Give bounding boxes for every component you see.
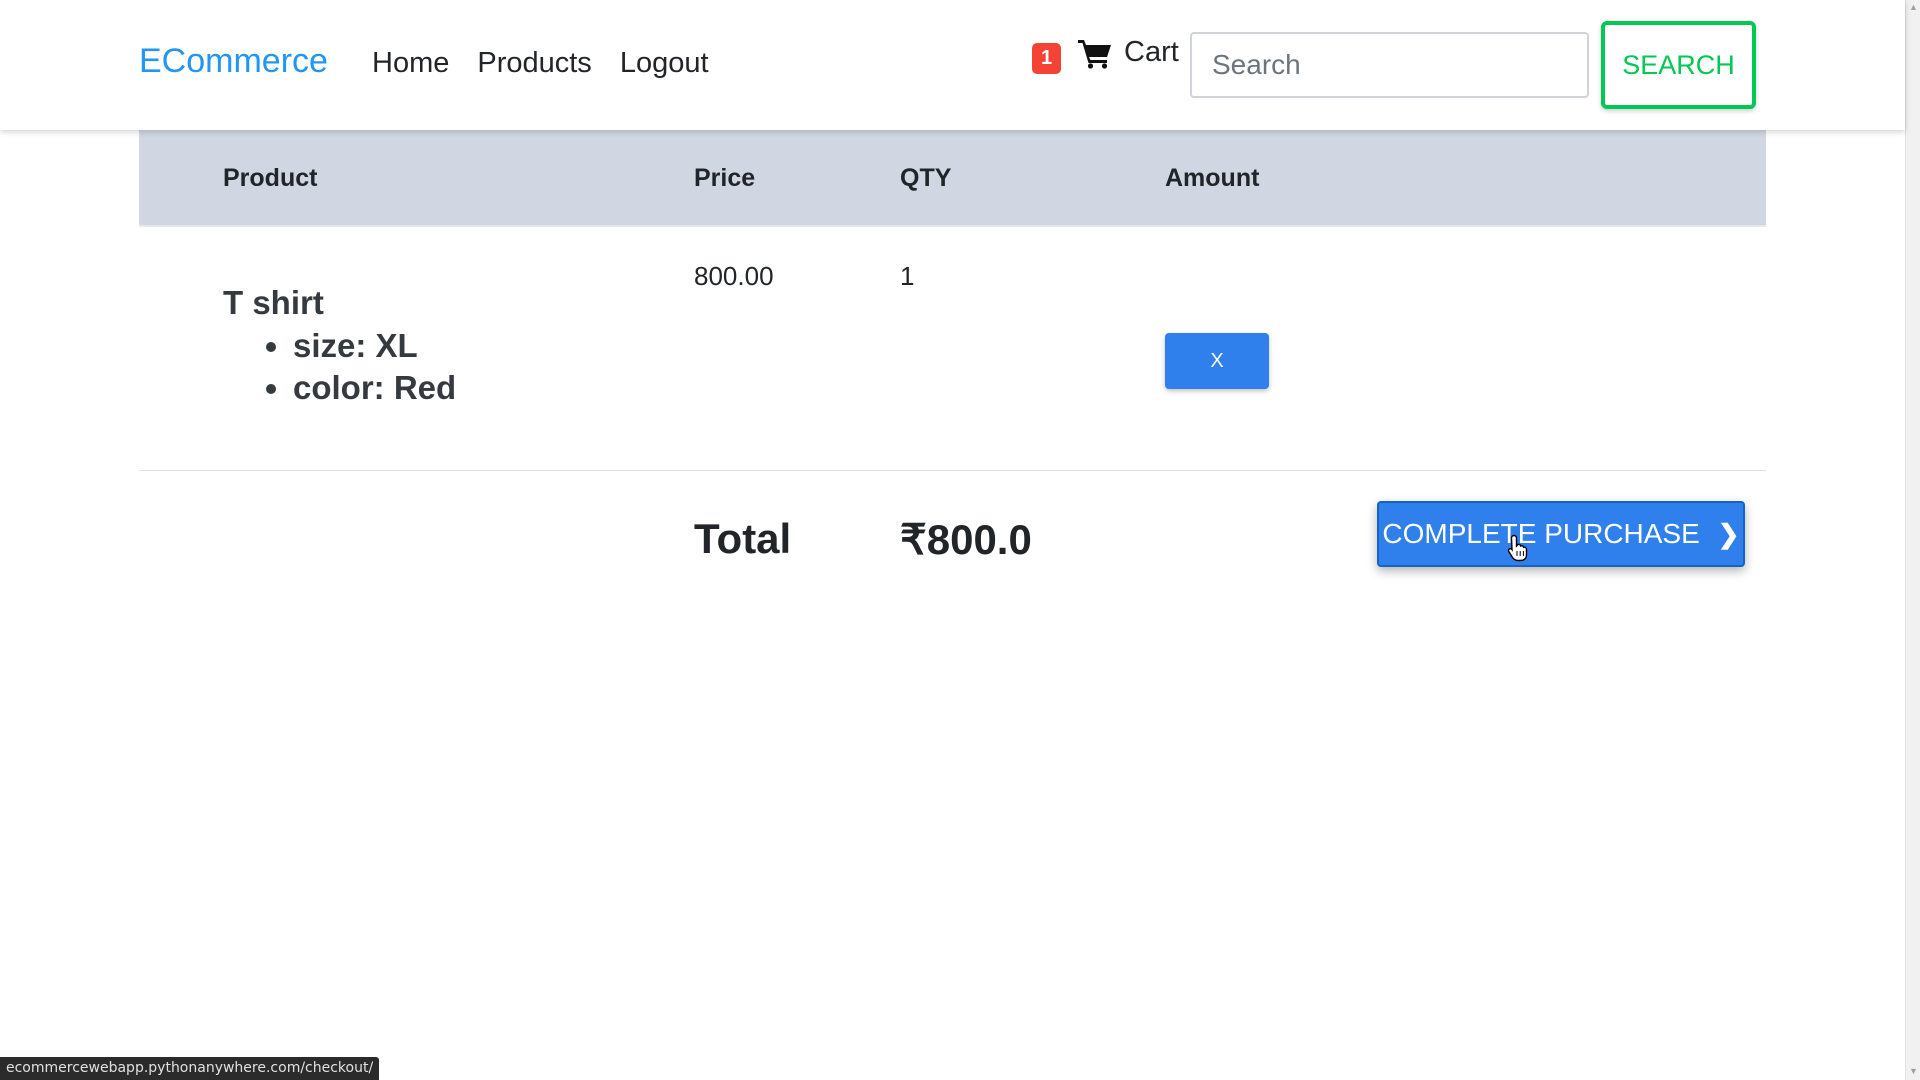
cart-label: Cart: [1124, 36, 1179, 68]
nav-links: Home Products Logout: [372, 47, 709, 80]
qty-cell: 1: [900, 261, 915, 291]
search-input[interactable]: [1190, 32, 1589, 98]
table-header-row: Product Price QTY Amount: [139, 130, 1766, 227]
complete-purchase-button[interactable]: COMPLETE PURCHASE ❯: [1377, 501, 1745, 567]
hand-cursor-icon: [1507, 534, 1528, 562]
cart-count-badge: 1: [1032, 43, 1061, 74]
navbar: ECommerce Home Products Logout 1 Cart SE…: [0, 0, 1905, 130]
product-attributes: size: XL color: Red: [293, 325, 456, 409]
column-header-qty: QTY: [900, 164, 952, 192]
scroll-down-arrow-icon[interactable]: ▼: [1909, 1066, 1918, 1076]
table-row: T shirt size: XL color: Red 800.00 1 X: [139, 227, 1766, 471]
cart-link[interactable]: Cart: [1078, 36, 1179, 69]
column-header-price: Price: [694, 164, 756, 192]
brand-logo[interactable]: ECommerce: [139, 42, 328, 81]
link-status-bar: ecommercewebapp.pythonanywhere.com/check…: [0, 1057, 380, 1080]
scroll-up-arrow-icon[interactable]: ▲: [1909, 2, 1918, 12]
nav-link-products[interactable]: Products: [477, 47, 591, 80]
column-header-product: Product: [223, 164, 318, 192]
total-value: ₹800.0: [900, 516, 1032, 563]
remove-item-button[interactable]: X: [1165, 333, 1269, 389]
product-name: T shirt: [223, 284, 324, 321]
search-button[interactable]: SEARCH: [1601, 21, 1756, 109]
complete-purchase-label: COMPLETE PURCHASE: [1382, 518, 1700, 549]
cart-icon: [1078, 39, 1111, 69]
nav-link-logout[interactable]: Logout: [620, 47, 709, 80]
product-attribute-size: size: XL: [293, 325, 456, 367]
price-cell: 800.00: [694, 261, 774, 291]
nav-link-home[interactable]: Home: [372, 47, 449, 80]
total-label: Total: [694, 515, 792, 562]
column-header-amount: Amount: [1165, 164, 1260, 192]
chevron-right-icon: ❯: [1717, 518, 1740, 549]
cart-table: Product Price QTY Amount T shirt size: X…: [139, 130, 1766, 471]
vertical-scrollbar[interactable]: ▲ ▼: [1905, 0, 1920, 1080]
product-attribute-color: color: Red: [293, 367, 456, 409]
